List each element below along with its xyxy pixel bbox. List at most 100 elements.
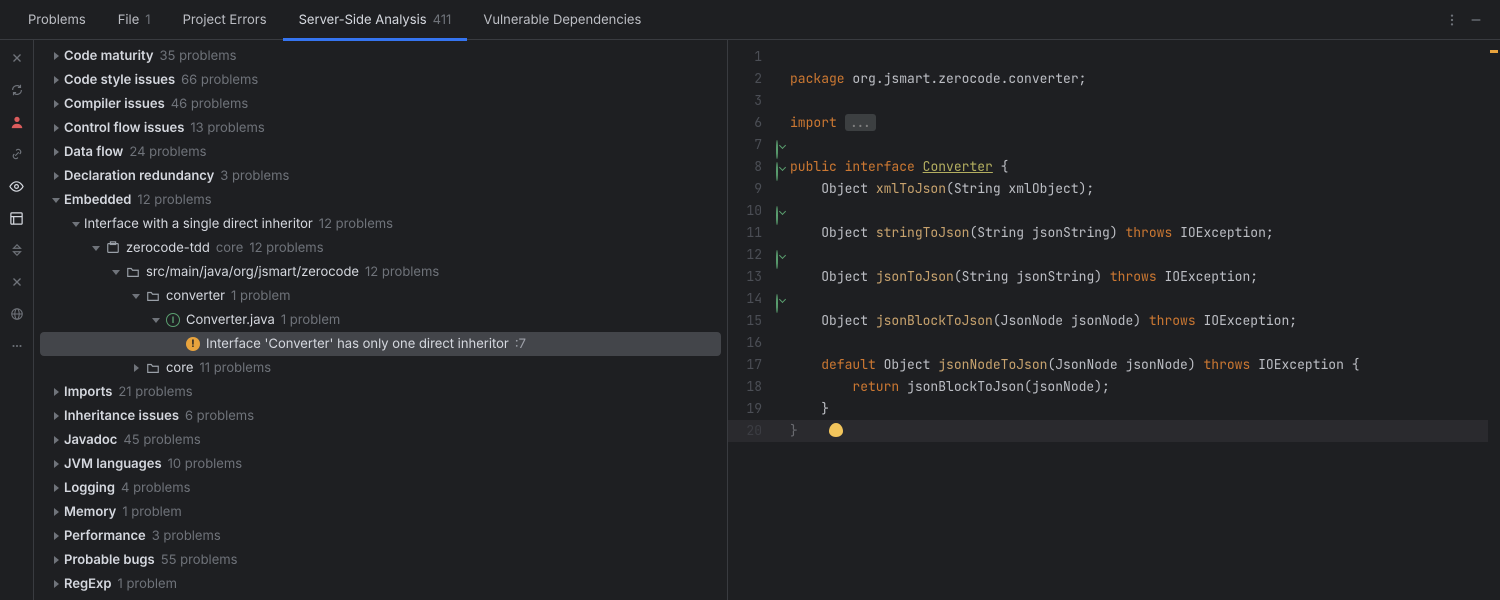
tree-label: Code maturity: [64, 48, 154, 64]
tree-row[interactable]: IConverter.java1 problem: [40, 308, 721, 332]
minimize-icon[interactable]: [1464, 8, 1488, 32]
more-icon[interactable]: [7, 336, 27, 356]
tree-row[interactable]: !Interface 'Converter' has only one dire…: [40, 332, 721, 356]
tree-row[interactable]: Logging4 problems: [40, 476, 721, 500]
tree-row[interactable]: Declaration redundancy 3 problems: [40, 164, 721, 188]
tree-row[interactable]: Data flow24 problems: [40, 140, 721, 164]
gutter: 12367891011121314151617181920: [728, 40, 786, 600]
tree-meta: 12 problems: [365, 264, 439, 280]
code-body[interactable]: package org.jsmart.zerocode.converter; i…: [786, 40, 1360, 600]
chevron-right-icon[interactable]: [128, 360, 144, 376]
tree-row[interactable]: RegExp1 problem: [40, 572, 721, 596]
problems-tree[interactable]: Code maturity 35 problems Code style issue…: [34, 40, 728, 600]
chevron-right-icon[interactable]: [48, 456, 64, 472]
tree-label: zerocode-tdd: [126, 240, 210, 256]
group-icon[interactable]: [7, 208, 27, 228]
chevron-right-icon[interactable]: [48, 72, 64, 88]
implements-gutter-icon[interactable]: [776, 294, 778, 313]
tree-row[interactable]: Imports21 problems: [40, 380, 721, 404]
chevron-right-icon[interactable]: [48, 168, 64, 184]
tab-vulnerable-dependencies[interactable]: Vulnerable Dependencies: [467, 0, 657, 40]
tree-label: core: [166, 360, 193, 376]
implements-gutter-icon[interactable]: [776, 140, 778, 159]
chevron-right-icon[interactable]: [48, 144, 64, 160]
chevron-right-icon[interactable]: [48, 576, 64, 592]
refresh-icon[interactable]: [7, 80, 27, 100]
tree-label: Interface with a single direct inheritor: [84, 216, 313, 232]
tree-row[interactable]: Interface with a single direct inheritor…: [40, 212, 721, 236]
tree-meta: 11 problems: [199, 360, 271, 376]
chevron-down-icon[interactable]: [148, 312, 164, 328]
chevron-down-icon[interactable]: [48, 192, 64, 208]
tree-label: Javadoc: [64, 432, 117, 448]
close-icon[interactable]: [7, 48, 27, 68]
tree-row[interactable]: Embedded12 problems: [40, 188, 721, 212]
collapse-icon[interactable]: [7, 272, 27, 292]
tree-label: src/main/java/org/jsmart/zerocode: [146, 264, 359, 280]
chevron-right-icon[interactable]: [48, 528, 64, 544]
implements-gutter-icon[interactable]: [776, 250, 778, 269]
left-toolbar: [0, 40, 34, 600]
tree-row[interactable]: Performance3 problems: [40, 524, 721, 548]
tree-label: Compiler issues: [64, 96, 165, 112]
tree-row[interactable]: Code maturity 35 problems: [40, 44, 721, 68]
more-options-icon[interactable]: [1440, 8, 1464, 32]
tree-row[interactable]: core 11 problems: [40, 356, 721, 380]
link-icon[interactable]: [7, 144, 27, 164]
tab-file[interactable]: File 1: [102, 0, 167, 40]
tab-label: File: [118, 12, 140, 28]
tree-row[interactable]: JVM languages10 problems: [40, 452, 721, 476]
interface-icon: I: [164, 312, 182, 328]
tab-problems[interactable]: Problems: [12, 0, 102, 40]
chevron-right-icon[interactable]: [48, 384, 64, 400]
chevron-right-icon[interactable]: [48, 480, 64, 496]
chevron-right-icon[interactable]: [48, 120, 64, 136]
tree-label: Embedded: [64, 192, 131, 208]
tree-row[interactable]: Compiler issues46 problems: [40, 92, 721, 116]
tree-row[interactable]: Javadoc45 problems: [40, 428, 721, 452]
chevron-right-icon[interactable]: [48, 504, 64, 520]
chevron-right-icon[interactable]: [48, 552, 64, 568]
web-icon[interactable]: [7, 304, 27, 324]
tree-meta: 21 problems: [118, 384, 192, 400]
chevron-down-icon[interactable]: [108, 264, 124, 280]
preview-icon[interactable]: [7, 176, 27, 196]
tree-label: Declaration redundancy: [64, 168, 214, 184]
tree-row[interactable]: Code style issues66 problems: [40, 68, 721, 92]
tree-row[interactable]: src/main/java/org/jsmart/zerocode 12 prob…: [40, 260, 721, 284]
tree-row[interactable]: Control flow issues13 problems: [40, 116, 721, 140]
tree-meta: 55 problems: [161, 552, 238, 568]
tree-meta: 1 problem: [118, 576, 177, 592]
folder-icon: [144, 288, 162, 304]
tree-meta: 3 problems: [220, 168, 289, 184]
tree-row[interactable]: Memory 1 problem: [40, 500, 721, 524]
tree-label: Code style issues: [64, 72, 175, 88]
tree-meta: 12 problems: [249, 240, 323, 256]
user-icon[interactable]: [7, 112, 27, 132]
tree-row[interactable]: zerocode-tddcore12 problems: [40, 236, 721, 260]
tree-meta: 12 problems: [319, 216, 393, 232]
expand-icon[interactable]: [7, 240, 27, 260]
problems-tabs: Problems File 1 Project Errors Server-Si…: [0, 0, 1500, 40]
implements-gutter-icon[interactable]: [776, 206, 778, 225]
warn-icon: !: [184, 336, 202, 352]
chevron-right-icon[interactable]: [48, 48, 64, 64]
chevron-down-icon[interactable]: [88, 240, 104, 256]
tab-project-errors[interactable]: Project Errors: [167, 0, 283, 40]
tree-row[interactable]: converter1 problem: [40, 284, 721, 308]
tree-label: Memory: [64, 504, 116, 520]
scrollbar[interactable]: [1488, 40, 1500, 600]
tree-meta: 35 problems: [160, 48, 237, 64]
chevron-down-icon[interactable]: [68, 216, 84, 232]
tree-row[interactable]: Inheritance issues6 problems: [40, 404, 721, 428]
tree-row[interactable]: Probable bugs55 problems: [40, 548, 721, 572]
lightbulb-icon[interactable]: [829, 423, 843, 437]
chevron-right-icon[interactable]: [48, 408, 64, 424]
code-preview: 12367891011121314151617181920 package or…: [728, 40, 1500, 600]
tab-server-side-analysis[interactable]: Server-Side Analysis 411: [283, 0, 468, 40]
implements-gutter-icon[interactable]: [776, 162, 778, 181]
tree-meta: 1 problem: [122, 504, 181, 520]
chevron-down-icon[interactable]: [128, 288, 144, 304]
chevron-right-icon[interactable]: [48, 432, 64, 448]
chevron-right-icon[interactable]: [48, 96, 64, 112]
